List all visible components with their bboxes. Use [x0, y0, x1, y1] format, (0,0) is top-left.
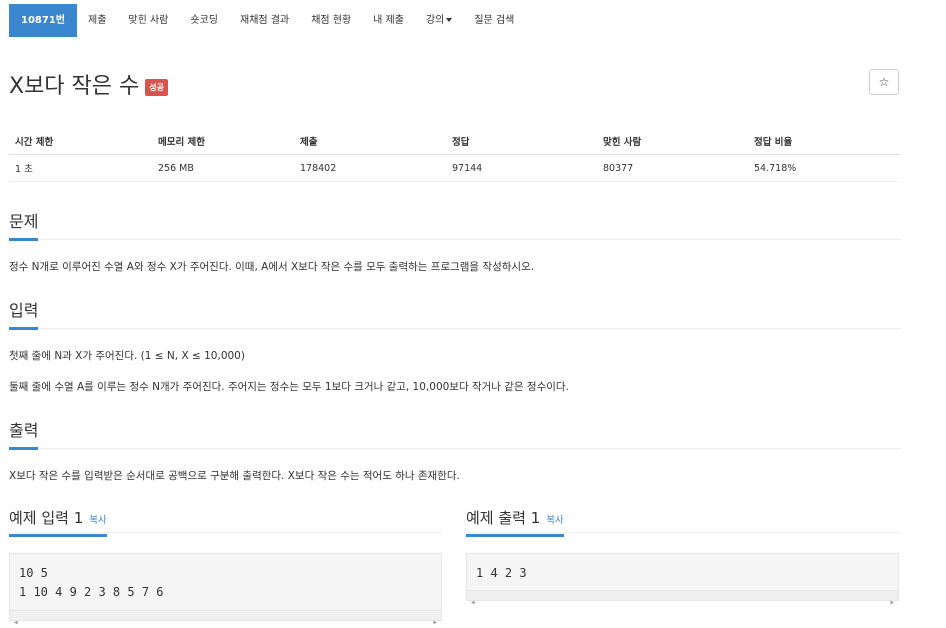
header-accepted: 정답	[446, 128, 597, 155]
sample-output-line: 1 4 2 3	[476, 566, 527, 580]
scroll-left-icon[interactable]: ◀	[471, 593, 475, 612]
value-memory-limit: 256 MB	[152, 154, 294, 182]
header-time-limit: 시간 제한	[9, 128, 152, 155]
value-time-limit: 1 초	[9, 154, 152, 182]
scroll-left-icon[interactable]: ◀	[14, 613, 18, 628]
header-memory-limit: 메모리 제한	[152, 128, 294, 155]
nav-submit[interactable]: 제출	[77, 4, 117, 37]
table-row: 1 초 256 MB 178402 97144 80377 54.718%	[9, 154, 900, 182]
value-accepted: 97144	[446, 154, 597, 182]
header-submissions: 제출	[294, 128, 446, 155]
copy-output-button[interactable]: 복사	[546, 515, 563, 526]
nav-solved-users[interactable]: 맞힌 사람	[117, 4, 179, 37]
output-heading: 출력	[9, 417, 39, 450]
status-badge: 성공	[145, 78, 168, 96]
section-divider	[9, 448, 902, 449]
sample-output-box[interactable]: 1 4 2 3 ◀ ▶	[466, 553, 899, 606]
problem-section: 문제	[9, 208, 902, 241]
section-divider	[9, 532, 442, 533]
problem-title-row: X보다 작은 수 성공	[9, 68, 168, 100]
input-section: 입력	[9, 297, 902, 330]
sample-input-line: 10 5	[19, 566, 48, 580]
nav-short-coding[interactable]: 숏코딩	[179, 4, 229, 37]
sample-input-box[interactable]: 10 5 1 10 4 9 2 3 8 5 7 6 ◀ ▶	[9, 553, 442, 626]
output-section: 출력	[9, 417, 902, 450]
horizontal-scrollbar[interactable]: ◀ ▶	[467, 590, 898, 606]
header-solved-users: 맞힌 사람	[597, 128, 748, 155]
nav-problem-number[interactable]: 10871번	[9, 4, 77, 37]
value-accept-ratio: 54.718%	[748, 154, 900, 182]
nav-rejudge-results[interactable]: 재채점 결과	[229, 4, 300, 37]
nav-lectures-dropdown[interactable]: 강의	[415, 4, 463, 37]
scroll-right-icon[interactable]: ▶	[433, 613, 437, 628]
nav-lectures-label: 강의	[425, 15, 445, 26]
section-divider	[9, 328, 902, 329]
problem-nav: 10871번 제출 맞힌 사람 숏코딩 재채점 결과 채점 현황 내 제출 강의…	[9, 4, 525, 37]
section-divider	[9, 239, 902, 240]
value-submissions: 178402	[294, 154, 446, 182]
input-heading: 입력	[9, 297, 39, 330]
value-solved-users: 80377	[597, 154, 748, 182]
nav-question-search[interactable]: 질문 검색	[463, 4, 525, 37]
nav-my-submissions[interactable]: 내 제출	[362, 4, 415, 37]
problem-info-table: 시간 제한 메모리 제한 제출 정답 맞힌 사람 정답 비율 1 초 256 M…	[9, 128, 900, 182]
input-description-line2: 둘째 줄에 수열 A를 이루는 정수 N개가 주어진다. 주어지는 정수는 모두…	[9, 381, 569, 393]
problem-heading: 문제	[9, 208, 39, 241]
input-description-line1: 첫째 줄에 N과 X가 주어진다. (1 ≤ N, X ≤ 10,000)	[9, 350, 245, 362]
scroll-right-icon[interactable]: ▶	[890, 593, 894, 612]
section-divider	[466, 532, 900, 533]
horizontal-scrollbar[interactable]: ◀ ▶	[10, 610, 441, 626]
table-header-row: 시간 제한 메모리 제한 제출 정답 맞힌 사람 정답 비율	[9, 128, 900, 155]
output-description: X보다 작은 수를 입력받은 순서대로 공백으로 구분해 출력한다. X보다 작…	[9, 470, 460, 482]
sample-input-label: 예제 입력 1	[9, 509, 84, 527]
problem-description: 정수 N개로 이루어진 수열 A와 정수 X가 주어진다. 이때, A에서 X보…	[9, 261, 535, 273]
page-title: X보다 작은 수	[9, 74, 140, 99]
favorite-button[interactable]: ☆	[869, 69, 899, 95]
copy-input-button[interactable]: 복사	[89, 515, 106, 526]
sample-output-label: 예제 출력 1	[466, 509, 541, 527]
chevron-down-icon	[446, 18, 453, 22]
nav-judge-status[interactable]: 채점 현황	[300, 4, 362, 37]
header-accept-ratio: 정답 비율	[748, 128, 900, 155]
sample-input-line: 1 10 4 9 2 3 8 5 7 6	[19, 585, 164, 599]
star-icon: ☆	[878, 75, 890, 89]
